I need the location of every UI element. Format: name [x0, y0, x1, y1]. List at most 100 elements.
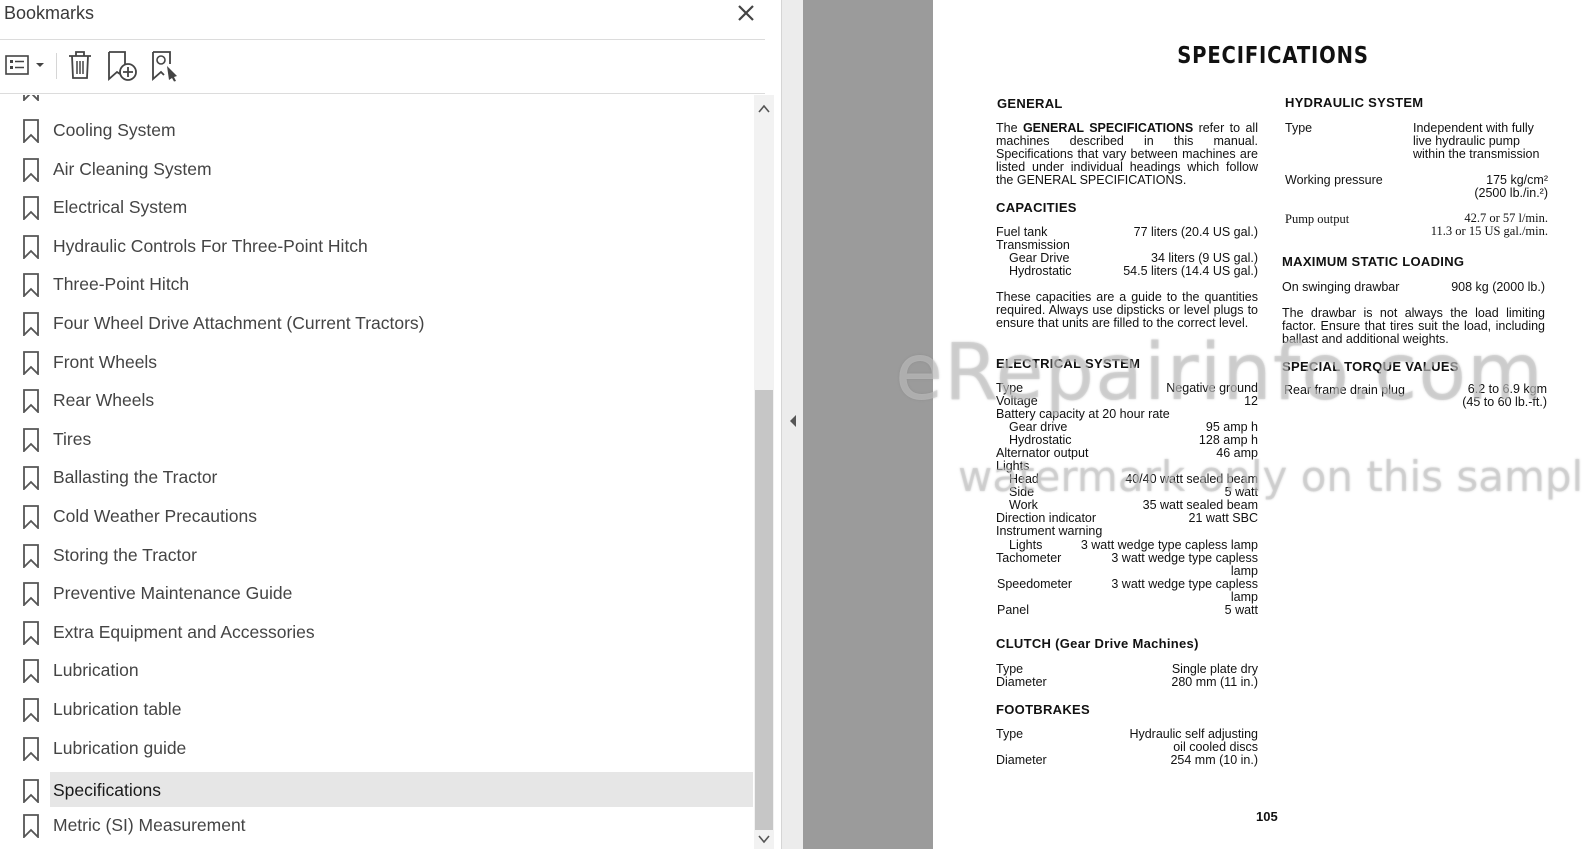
bookmark-item-partial[interactable]	[0, 95, 756, 108]
spec-value: 5 watt	[1224, 603, 1258, 617]
bookmark-icon	[23, 698, 39, 722]
section-heading-static-loading: MAXIMUM STATIC LOADING	[1282, 254, 1465, 269]
bookmark-icon	[23, 505, 39, 529]
bookmark-item-front-wheels[interactable]: Front Wheels	[0, 344, 756, 382]
bookmark-label: Three-Point Hitch	[53, 274, 190, 294]
bookmark-icon	[23, 273, 39, 297]
bookmark-item-lubrication-table[interactable]: Lubrication table	[0, 691, 756, 729]
page-title: SPECIFICATIONS	[1177, 43, 1369, 69]
bookmark-label: Four Wheel Drive Attachment (Current Tra…	[53, 313, 425, 333]
spec-value: within the transmission	[1413, 147, 1540, 161]
find-bookmark-icon[interactable]	[150, 50, 180, 82]
bookmark-item-lubrication[interactable]: Lubrication	[0, 652, 756, 690]
bookmark-item-extra-equipment[interactable]: Extra Equipment and Accessories	[0, 614, 756, 652]
bookmark-icon	[23, 119, 39, 143]
bookmark-item-lubrication-guide[interactable]: Lubrication guide	[0, 730, 756, 768]
bookmark-item-air-cleaning-system[interactable]: Air Cleaning System	[0, 151, 756, 189]
bookmark-item-cooling-system[interactable]: Cooling System	[0, 112, 756, 150]
bookmark-item-metric-measurement[interactable]: Metric (SI) Measurement	[0, 807, 756, 845]
options-menu-icon[interactable]	[5, 54, 45, 78]
bookmark-label: Electrical System	[53, 197, 188, 217]
bookmarks-header: Bookmarks	[0, 0, 781, 40]
close-icon[interactable]	[735, 2, 757, 24]
spec-label: Speedometer	[997, 577, 1073, 591]
spec-label: Instrument warning	[996, 524, 1103, 538]
general-paragraph: The GENERAL SPECIFICATIONS refer to all …	[996, 121, 1258, 187]
bookmark-item-electrical-system[interactable]: Electrical System	[0, 189, 756, 227]
bookmark-item-rear-wheels[interactable]: Rear Wheels	[0, 382, 756, 420]
bookmark-item-specifications[interactable]: Specifications	[0, 772, 756, 810]
spec-value: Negative ground	[1166, 381, 1258, 395]
spec-value: (45 to 60 lb.-ft.)	[1462, 395, 1547, 409]
spec-value: 11.3 or 15 US gal./min.	[1430, 224, 1548, 238]
spec-label: Hydrostatic	[1009, 264, 1072, 278]
bookmark-icon	[23, 389, 39, 413]
static-loading-note: The drawbar is not always the load limit…	[1282, 306, 1545, 346]
delete-bookmark-icon[interactable]	[67, 50, 93, 80]
bookmark-item-three-point-hitch[interactable]: Three-Point Hitch	[0, 266, 756, 304]
bookmark-icon	[23, 351, 39, 375]
spec-label: Pump output	[1285, 212, 1350, 226]
spec-value: 21 watt SBC	[1188, 511, 1258, 525]
spec-label: On swinging drawbar	[1282, 280, 1400, 294]
bookmark-label: Lubrication table	[53, 699, 182, 719]
bookmarks-toolbar	[0, 41, 781, 93]
bookmark-icon	[23, 196, 39, 220]
spec-label: Working pressure	[1285, 173, 1383, 187]
section-heading-clutch: CLUTCH (Gear Drive Machines)	[996, 636, 1199, 651]
bookmark-label: Rear Wheels	[53, 390, 155, 410]
bookmark-item-preventive-maintenance[interactable]: Preventive Maintenance Guide	[0, 575, 756, 613]
bookmark-icon	[23, 621, 39, 645]
page-number: 105	[1256, 809, 1278, 824]
bookmark-item-ballasting[interactable]: Ballasting the Tractor	[0, 459, 756, 497]
spec-label: Panel	[997, 603, 1029, 617]
bookmark-label: Cold Weather Precautions	[53, 506, 257, 526]
bookmark-label: Lubrication	[53, 660, 139, 680]
bookmark-item-storing[interactable]: Storing the Tractor	[0, 537, 756, 575]
bookmark-label: Extra Equipment and Accessories	[53, 622, 315, 642]
scroll-up-arrow-icon[interactable]	[754, 100, 774, 118]
bookmark-label: Specifications	[53, 780, 161, 800]
bookmark-item-hydraulic-controls[interactable]: Hydraulic Controls For Three-Point Hitch	[0, 228, 756, 266]
bookmark-item-four-wheel-drive[interactable]: Four Wheel Drive Attachment (Current Tra…	[0, 305, 756, 343]
bookmark-label: Tires	[53, 429, 92, 449]
bookmark-icon	[23, 466, 39, 490]
bookmark-label: Storing the Tractor	[53, 545, 197, 565]
capacities-note: These capacities are a guide to the quan…	[996, 290, 1258, 330]
bookmark-icon	[23, 428, 39, 452]
new-bookmark-icon[interactable]	[106, 50, 138, 82]
bookmark-icon	[23, 659, 39, 683]
panel-title: Bookmarks	[4, 3, 95, 23]
bookmark-item-tires[interactable]: Tires	[0, 421, 756, 459]
bookmark-label: Cooling System	[53, 120, 176, 140]
divider	[0, 93, 765, 94]
section-heading-hydraulic: HYDRAULIC SYSTEM	[1285, 95, 1424, 110]
document-page: SPECIFICATIONS GENERAL The GENERAL SPECI…	[933, 0, 1583, 849]
spec-value: 46 amp	[1216, 446, 1258, 460]
spec-label: Tachometer	[996, 551, 1062, 565]
collapse-panel-icon[interactable]	[788, 414, 798, 428]
bookmark-icon	[23, 582, 39, 606]
bookmark-label: Front Wheels	[53, 352, 158, 372]
bookmarks-panel: Bookmarks Cooling System Air Cleaning Sy…	[0, 0, 781, 849]
bookmark-icon	[23, 235, 39, 259]
section-heading-electrical: ELECTRICAL SYSTEM	[996, 356, 1141, 371]
spec-label: Diameter	[996, 753, 1047, 767]
bookmark-label: Air Cleaning System	[53, 159, 212, 179]
spec-value: 280 mm (11 in.)	[1171, 675, 1258, 689]
divider	[0, 39, 765, 40]
spec-value: (2500 lb./in.²)	[1474, 186, 1548, 200]
bookmark-label: Metric (SI) Measurement	[53, 815, 246, 835]
bookmark-icon	[23, 737, 39, 761]
scroll-down-arrow-icon[interactable]	[754, 830, 774, 848]
bookmark-item-cold-weather[interactable]: Cold Weather Precautions	[0, 498, 756, 536]
scrollbar-thumb[interactable]	[755, 390, 773, 830]
bookmark-label: Preventive Maintenance Guide	[53, 583, 293, 603]
section-heading-footbrakes: FOOTBRAKES	[996, 702, 1090, 717]
bookmark-icon	[23, 312, 39, 336]
panel-splitter[interactable]	[781, 0, 804, 849]
section-heading-general: GENERAL	[997, 96, 1063, 111]
section-heading-torque: SPECIAL TORQUE VALUES	[1282, 359, 1459, 374]
spec-label: Type	[1285, 121, 1313, 135]
bookmark-icon	[23, 779, 39, 803]
